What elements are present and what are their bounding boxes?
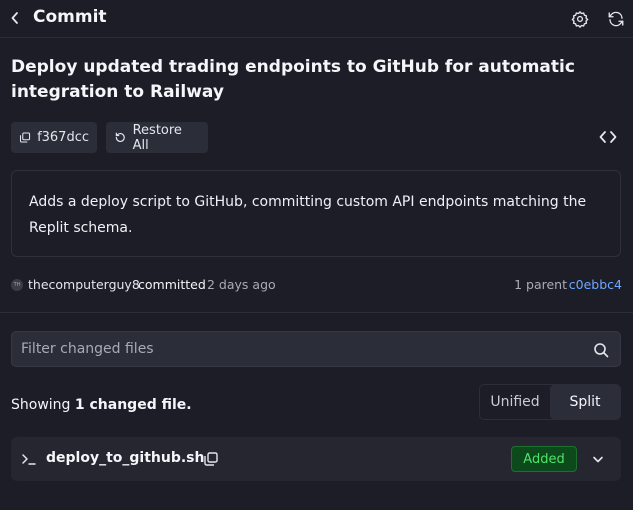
changed-files-summary: Showing 1 changed file. [11, 397, 192, 413]
search-icon [592, 341, 610, 359]
parent-hash-link[interactable]: c0ebbc4 [569, 277, 622, 292]
restore-all-button[interactable]: Restore All [106, 122, 208, 153]
split-view-button[interactable]: Split [550, 385, 620, 419]
view-mode-toggle: Unified Split [479, 384, 621, 420]
summary-suffix: . [186, 397, 192, 413]
chevron-left-icon[interactable] [6, 8, 24, 28]
commit-description-box: Adds a deploy script to GitHub, committi… [11, 170, 621, 257]
divider [0, 312, 633, 313]
page-title: Commit [33, 7, 107, 27]
chevron-down-icon[interactable] [588, 449, 608, 469]
parent-label: 1 parent [514, 277, 567, 292]
header-bar: Commit [0, 0, 633, 38]
gear-icon[interactable] [569, 8, 591, 30]
copy-icon [19, 132, 31, 143]
terminal-icon [20, 450, 38, 468]
refresh-icon[interactable] [605, 8, 627, 30]
summary-prefix: Showing [11, 397, 71, 413]
filter-input[interactable] [12, 334, 572, 364]
commit-description: Adds a deploy script to GitHub, committi… [29, 194, 587, 236]
commit-meta: TH thecomputerguy8 committed 2 days ago … [11, 276, 622, 294]
committed-label: committed [138, 277, 206, 292]
copy-path-icon[interactable] [201, 449, 221, 469]
restore-all-label: Restore All [132, 122, 182, 153]
changed-file-count: 1 changed file [74, 397, 187, 413]
copy-hash-button[interactable]: f367dcc [11, 122, 97, 153]
filter-field [11, 331, 621, 367]
commit-hash: f367dcc [37, 130, 89, 145]
code-view-icon[interactable] [597, 126, 619, 148]
avatar: TH [11, 279, 23, 291]
unified-view-button[interactable]: Unified [480, 385, 550, 419]
commit-title: Deploy updated trading endpoints to GitH… [11, 57, 575, 102]
file-name[interactable]: deploy_to_github.sh [46, 450, 204, 466]
changed-file-row[interactable]: deploy_to_github.sh Added [11, 437, 621, 481]
author-name[interactable]: thecomputerguy8 [28, 277, 140, 292]
restore-icon [115, 132, 125, 142]
commit-time: 2 days ago [207, 277, 276, 292]
file-status-badge: Added [511, 446, 577, 472]
